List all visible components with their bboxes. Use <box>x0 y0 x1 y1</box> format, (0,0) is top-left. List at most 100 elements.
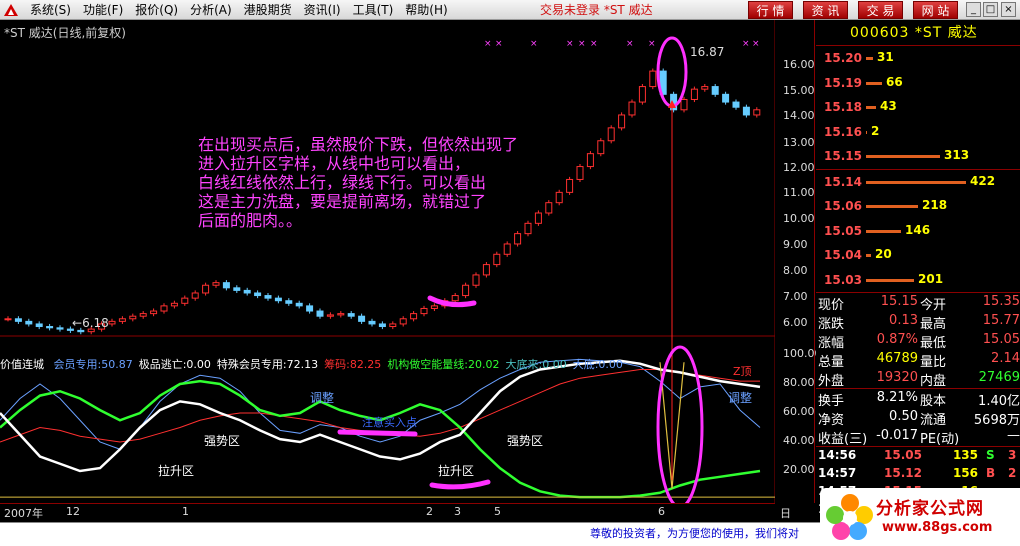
candle-body <box>586 153 594 168</box>
menu-item[interactable]: 系统(S) <box>24 0 77 20</box>
candle-body <box>170 302 178 307</box>
signal-marker: × <box>484 39 492 49</box>
high-price-label: 16.87 <box>690 45 725 59</box>
price-tick: 6.00 <box>783 316 808 329</box>
date-tick: 5 <box>494 505 501 518</box>
candle-body <box>212 282 220 286</box>
menu-item[interactable]: 工具(T) <box>347 0 400 20</box>
candle-body <box>129 315 137 320</box>
news-button[interactable]: 资 讯 <box>803 1 848 19</box>
candle-body <box>4 318 12 321</box>
stock-title: 000603 *ST 威达 <box>816 20 1020 46</box>
kline-chart-panel[interactable]: *ST 威达(日线,前复权) × × × × × × × × × × 16.87 ←6.18 在出… <box>0 20 815 503</box>
quote-row: 涨幅 0.87% 最低 15.05 <box>816 331 1020 351</box>
menu-item[interactable]: 港股期货 <box>238 0 298 20</box>
order-volume-bar <box>866 180 966 184</box>
indicator-field: 大底来:0.00 <box>505 358 567 371</box>
price-chart[interactable]: × × × × × × × × × × <box>0 20 775 503</box>
candle-body <box>191 292 199 299</box>
candle-body <box>306 305 314 312</box>
low-price-label: ←6.18 <box>72 316 109 330</box>
minimize-button[interactable]: _ <box>966 2 981 17</box>
trade-price: 15.12 <box>884 466 922 480</box>
candle-body <box>482 264 490 276</box>
price-tick: 15.00 <box>783 84 815 97</box>
menu-item[interactable]: 帮助(H) <box>399 0 453 20</box>
quote-row: 换手 8.21% 股本 1.40亿 <box>816 389 1020 409</box>
indicator-field: 筹码:82.25 <box>324 358 382 371</box>
watermark-text: 分析家公式网 <box>876 499 984 519</box>
candle-body <box>597 140 605 155</box>
zone-label: 拉升区 <box>158 464 195 478</box>
quote-row: 总量 46789 量比 2.14 <box>816 350 1020 370</box>
app-logo-icon <box>2 2 20 18</box>
ask-row[interactable]: 15.18 43 <box>816 95 1020 120</box>
bid-row[interactable]: 15.04 20 <box>816 243 1020 268</box>
order-volume: 218 <box>922 198 948 212</box>
price-axis: 16.00 15.00 14.00 13.00 12.00 11.00 10.0… <box>775 20 822 503</box>
candle-body <box>337 313 345 316</box>
candle-body <box>316 310 324 317</box>
ask-row[interactable]: 15.20 31 <box>816 46 1020 71</box>
order-volume-bar <box>866 254 871 257</box>
signal-marker: × <box>752 39 760 49</box>
annotation-line: 进入拉升区字样，从线中也可以看出， <box>198 154 471 173</box>
order-volume: 146 <box>905 222 931 237</box>
date-tick: 3 <box>454 505 461 518</box>
quote-value: 8.21% <box>876 390 918 405</box>
order-price: 15.03 <box>824 272 862 287</box>
menu-item[interactable]: 报价(Q) <box>129 0 184 20</box>
ask-row[interactable]: 15.16 2 <box>816 120 1020 145</box>
ask-row[interactable]: 15.15 313 <box>816 144 1020 169</box>
maximize-button[interactable]: □ <box>983 2 998 17</box>
candle-body <box>534 212 542 224</box>
order-price: 15.15 <box>824 149 862 163</box>
candle-body <box>618 114 626 129</box>
website-button[interactable]: 网 站 <box>913 1 958 19</box>
bid-row[interactable]: 15.06 218 <box>816 194 1020 219</box>
candle-body <box>118 318 126 322</box>
order-price: 15.19 <box>824 75 862 90</box>
price-tick: 14.00 <box>783 109 815 122</box>
bid-row[interactable]: 15.03 201 <box>816 268 1020 293</box>
order-volume-bar <box>866 278 914 282</box>
quote-value: 0.50 <box>889 409 918 424</box>
quote-row: 现价 15.15 今开 15.35 <box>816 293 1020 313</box>
trade-button[interactable]: 交 易 <box>858 1 903 19</box>
menu-item[interactable]: 资讯(I) <box>298 0 347 20</box>
quote-label: 外盘 <box>818 374 845 389</box>
ask-row[interactable]: 15.19 66 <box>816 71 1020 96</box>
order-volume: 43 <box>880 99 897 113</box>
notice-ticker: 尊敬的投资者，为方便您的使用，我们将对 <box>0 522 820 546</box>
close-button[interactable]: × <box>1001 2 1016 17</box>
candle-body <box>742 106 750 116</box>
quote-label: 内盘 <box>920 374 947 389</box>
zone-label: 拉升区 <box>438 464 475 478</box>
watermark: 分析家公式网 www.88gs.com <box>820 488 1020 546</box>
quote-label: 今开 <box>920 298 947 313</box>
trade-count: 3 <box>1008 448 1017 462</box>
candle-body <box>160 305 168 312</box>
candle-body <box>358 315 366 322</box>
candle-body <box>108 320 116 325</box>
quote-value: — <box>1007 428 1020 443</box>
zone-label: 调整 <box>310 391 335 405</box>
candle-body <box>202 284 210 294</box>
annotation-text: 在出现买点后，虽然股价下跌，但依然出现了 进入拉升区字样，从线中也可以看出， 白… <box>198 135 518 230</box>
indicator-field: 会员专用:50.87 <box>53 358 133 371</box>
candle-body <box>524 222 532 235</box>
candle-body <box>555 191 563 204</box>
menu-item[interactable]: 功能(F) <box>77 0 129 20</box>
bid-row[interactable]: 15.14 422 <box>816 170 1020 195</box>
order-price: 15.18 <box>824 100 862 114</box>
order-volume: 201 <box>918 271 944 286</box>
order-volume-bar <box>866 81 882 85</box>
quotes-button[interactable]: 行 情 <box>748 1 793 19</box>
quote-row: 净资 0.50 流通 5698万 <box>816 408 1020 428</box>
bid-row[interactable]: 15.05 146 <box>816 219 1020 244</box>
menu-item[interactable]: 分析(A) <box>184 0 238 20</box>
candle-body <box>566 178 574 193</box>
quote-panel: 000603 *ST 威达 15.20 31 15.19 66 15.18 43 15.16… <box>816 20 1020 522</box>
quote-label: 换手 <box>818 394 845 409</box>
quote-label: 涨幅 <box>818 336 845 351</box>
